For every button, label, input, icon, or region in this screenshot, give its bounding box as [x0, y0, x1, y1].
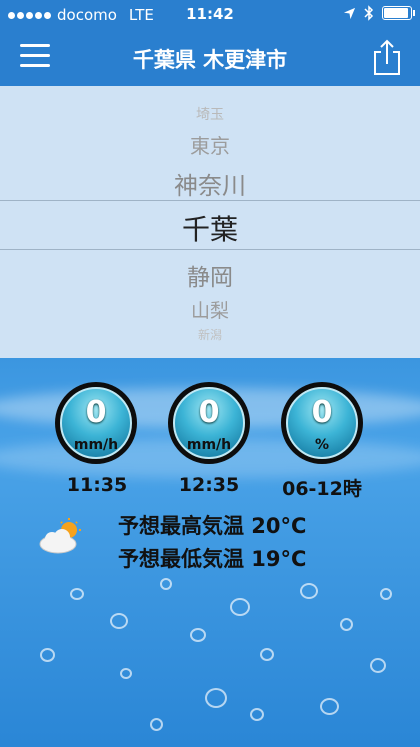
rainfall-gauge-2: 0 mm/h — [168, 382, 250, 464]
picker-item[interactable]: 神奈川 — [0, 166, 420, 201]
menu-icon[interactable] — [20, 44, 50, 68]
page-title: 千葉県 木更津市 — [132, 48, 288, 72]
gauge-value: 0 — [85, 395, 107, 430]
picker-item[interactable]: 東京 — [0, 130, 420, 159]
forecast-low-temp: 予想最低気温 19°C — [118, 547, 307, 571]
gauge-time-label: 11:35 — [66, 474, 128, 496]
picker-item[interactable]: 埼玉 — [0, 104, 420, 124]
picker-item[interactable]: 山梨 — [0, 296, 420, 323]
forecast-high-temp: 予想最高気温 20°C — [118, 514, 307, 538]
prefecture-picker[interactable]: 埼玉 東京 神奈川 千葉 静岡 山梨 新潟 — [0, 86, 420, 358]
nav-bar: 千葉県 木更津市 — [0, 30, 420, 86]
location-icon — [343, 7, 356, 19]
gauge-unit: % — [314, 437, 330, 453]
gauge-time-label: 06-12時 — [282, 478, 362, 500]
status-bar: docomo LTE 11:42 — [0, 0, 420, 30]
share-icon[interactable] — [372, 38, 402, 76]
picker-selection-bottom-line — [0, 249, 420, 250]
gauge-unit: mm/h — [73, 437, 119, 453]
gauge-value: 0 — [198, 395, 220, 430]
precipitation-probability-gauge: 0 % — [281, 382, 363, 464]
bluetooth-icon — [364, 5, 374, 21]
picker-item[interactable]: 静岡 — [0, 258, 420, 292]
status-right — [343, 5, 415, 21]
partly-cloudy-icon — [39, 518, 81, 554]
picker-item[interactable]: 新潟 — [0, 326, 420, 343]
gauge-value: 0 — [311, 395, 333, 430]
gauge-time-label: 12:35 — [178, 474, 240, 496]
gauge-unit: mm/h — [186, 437, 232, 453]
picker-item-selected[interactable]: 千葉 — [0, 208, 420, 248]
picker-selection-top-line — [0, 200, 420, 201]
rainfall-gauge-1: 0 mm/h — [55, 382, 137, 464]
battery-icon — [382, 6, 415, 20]
